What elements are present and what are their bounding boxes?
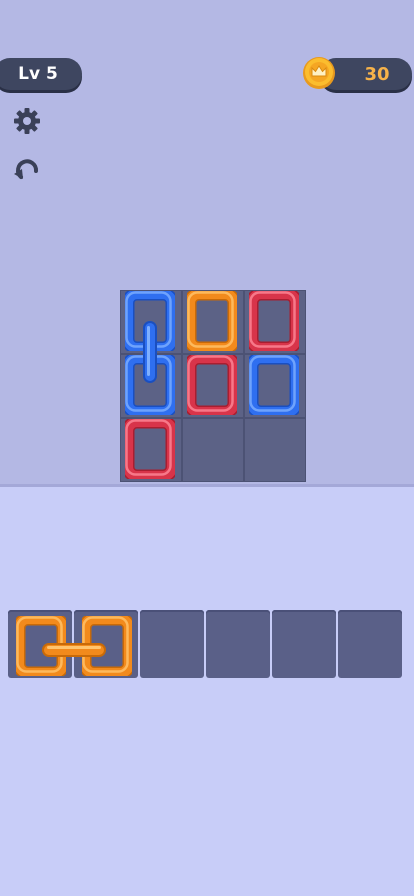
link-connector bbox=[143, 321, 157, 383]
tray-slot bbox=[206, 610, 270, 678]
level-label: Lv 5 bbox=[18, 64, 58, 84]
board-cell[interactable] bbox=[244, 418, 306, 482]
blue-link[interactable] bbox=[245, 351, 303, 419]
red-link[interactable] bbox=[245, 287, 303, 355]
gear-icon[interactable] bbox=[12, 106, 42, 136]
orange-link[interactable] bbox=[183, 287, 241, 355]
board-cell[interactable] bbox=[182, 418, 244, 482]
level-indicator: Lv 5 bbox=[0, 58, 82, 90]
red-link[interactable] bbox=[183, 351, 241, 419]
game-board bbox=[120, 287, 306, 483]
tray-slot bbox=[272, 610, 336, 678]
link-connector bbox=[42, 643, 106, 657]
floor-background bbox=[0, 486, 414, 896]
floor-edge bbox=[0, 484, 414, 487]
red-link[interactable] bbox=[121, 415, 179, 483]
collection-tray bbox=[8, 610, 406, 680]
tray-slot bbox=[338, 610, 402, 678]
crown-coin-icon bbox=[303, 57, 335, 89]
undo-icon[interactable] bbox=[12, 155, 42, 185]
tray-slot bbox=[140, 610, 204, 678]
coin-value: 30 bbox=[364, 63, 390, 85]
